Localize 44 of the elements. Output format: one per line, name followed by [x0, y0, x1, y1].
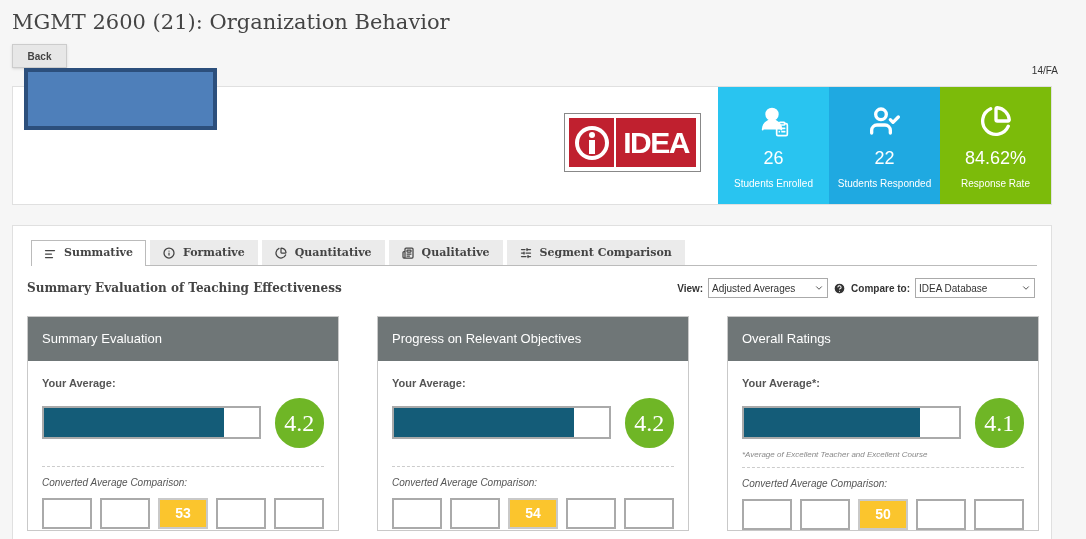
tab[interactable]: Segment Comparison [506, 240, 685, 265]
help-icon[interactable] [833, 281, 847, 295]
panel-title: Summary Evaluation [42, 330, 162, 349]
average-label: Your Average: [392, 376, 467, 391]
back-button[interactable]: Back [12, 44, 67, 68]
view-select[interactable]: Adjusted Averages [708, 278, 829, 298]
view-label: View: [677, 281, 704, 296]
bars-icon [44, 247, 56, 260]
section-title: Summary Evaluation of Teaching Effectiveness [27, 280, 342, 297]
chevron-down-icon [814, 283, 825, 293]
panel-title: Overall Ratings [742, 330, 831, 349]
stat-value: 26 [763, 147, 784, 170]
comparison-label: Converted Average Comparison: [392, 475, 539, 490]
info-icon [163, 247, 175, 259]
user-check-icon [868, 105, 901, 137]
panel-title: Progress on Relevant Objectives [392, 330, 582, 349]
term-label: 14/FA [1031, 64, 1058, 78]
compare-select[interactable]: IDEA Database [915, 278, 1035, 298]
tab[interactable]: Qualitative [388, 240, 503, 265]
tab[interactable]: Formative [150, 240, 258, 265]
stat-value: 84.62% [964, 147, 1027, 170]
sliders-icon [519, 247, 532, 259]
stat-label: Response Rate [961, 177, 1030, 191]
page-title: MGMT 2600 (21): Organization Behavior [12, 9, 451, 36]
stat-label: Students Responded [837, 177, 932, 191]
comparison-label: Converted Average Comparison: [42, 475, 189, 490]
tab[interactable]: Quantitative [261, 240, 385, 265]
stat-value: 22 [874, 147, 895, 170]
pie-chart-icon [979, 105, 1012, 137]
compare-label: Compare to: [851, 281, 910, 296]
stat-label: Students Enrolled [734, 177, 813, 191]
logo-text: IDEA [623, 127, 689, 158]
footnote: *Average of Excellent Teacher and Excellent Course [742, 448, 929, 461]
comparison-box: 50 [858, 498, 908, 530]
info-logo-icon [572, 123, 611, 162]
document-icon [401, 247, 414, 259]
pie-chart-icon [274, 247, 287, 259]
comparison-box: 54 [508, 497, 558, 529]
tab[interactable]: Summative [31, 240, 146, 266]
average-label: Your Average*: [742, 376, 821, 391]
average-label: Your Average: [42, 376, 117, 391]
comparison-box: 53 [158, 497, 208, 529]
comparison-label: Converted Average Comparison: [742, 476, 889, 491]
chevron-down-icon [1021, 283, 1031, 293]
